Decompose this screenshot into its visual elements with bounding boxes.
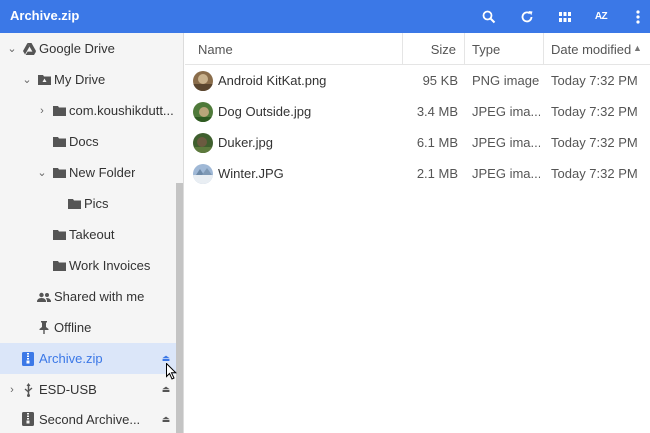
search-icon[interactable] bbox=[474, 0, 504, 33]
sidebar-item-com-koushikdutt[interactable]: › com.koushikdutt... bbox=[0, 95, 176, 126]
mouse-cursor-icon bbox=[166, 363, 177, 380]
drive-folder-icon bbox=[37, 73, 51, 87]
file-size: 95 KB bbox=[422, 73, 458, 88]
sidebar-item-label: com.koushikdutt... bbox=[69, 103, 174, 118]
title-bar: Archive.zip AZ bbox=[0, 0, 650, 33]
file-date: Today 7:32 PM bbox=[551, 73, 638, 88]
sidebar-item-label: Docs bbox=[69, 134, 99, 149]
file-name: Duker.jpg bbox=[218, 135, 273, 150]
sidebar-item-label: My Drive bbox=[54, 72, 106, 87]
sidebar-item-label: Shared with me bbox=[54, 289, 145, 304]
file-name: Dog Outside.jpg bbox=[218, 104, 312, 119]
sidebar-item-label: Google Drive bbox=[39, 41, 115, 56]
folder-icon bbox=[52, 104, 66, 118]
chevron-right-icon[interactable]: › bbox=[7, 384, 17, 396]
sort-button[interactable]: AZ bbox=[586, 0, 616, 33]
sidebar-item-pics[interactable]: Pics bbox=[0, 188, 176, 219]
sidebar-item-label: Second Archive... bbox=[39, 411, 141, 427]
table-row[interactable]: Winter.JPG 2.1 MB JPEG ima... Today 7:32… bbox=[185, 158, 650, 189]
folder-icon bbox=[52, 166, 66, 180]
sidebar-item-my-drive[interactable]: ⌄ My Drive bbox=[0, 64, 176, 95]
file-type: JPEG ima... bbox=[472, 166, 540, 181]
image-thumbnail-icon bbox=[193, 102, 213, 122]
pin-icon bbox=[37, 321, 51, 335]
chevron-down-icon[interactable]: ⌄ bbox=[37, 166, 47, 179]
eject-icon[interactable]: ⏏ bbox=[160, 414, 172, 425]
file-type: JPEG ima... bbox=[472, 104, 540, 119]
refresh-icon[interactable] bbox=[512, 0, 542, 33]
people-icon bbox=[37, 290, 51, 304]
sidebar-item-work-invoices[interactable]: Work Invoices bbox=[0, 250, 176, 281]
sidebar-item-new-folder[interactable]: ⌄ New Folder bbox=[0, 157, 176, 188]
file-size: 3.4 MB bbox=[416, 104, 458, 119]
sidebar-item-shared-with-me[interactable]: Shared with me bbox=[0, 281, 176, 312]
sidebar-item-label: ESD-USB bbox=[39, 382, 97, 397]
file-size: 6.1 MB bbox=[416, 135, 458, 150]
image-thumbnail-icon bbox=[193, 71, 213, 91]
folder-icon bbox=[67, 197, 81, 211]
column-header-size[interactable]: Size bbox=[403, 42, 456, 57]
file-name: Winter.JPG bbox=[218, 166, 284, 181]
column-divider[interactable] bbox=[543, 33, 544, 65]
sidebar-item-label: Pics bbox=[84, 196, 109, 211]
sidebar-item-google-drive[interactable]: ⌄ Google Drive bbox=[0, 33, 176, 64]
column-header-row: Name Size Type Date modified ▲ bbox=[185, 33, 650, 65]
table-row[interactable]: Duker.jpg 6.1 MB JPEG ima... Today 7:32 … bbox=[185, 127, 650, 158]
window-title: Archive.zip bbox=[10, 8, 80, 23]
file-date: Today 7:32 PM bbox=[551, 166, 638, 181]
image-thumbnail-icon bbox=[193, 164, 213, 184]
sidebar-item-label: Takeout bbox=[69, 227, 115, 242]
sidebar-item-second-archive[interactable]: Second Archive... ⏏ bbox=[0, 405, 176, 433]
sidebar-item-esd-usb[interactable]: › ESD-USB ⏏ bbox=[0, 374, 176, 405]
zip-archive-icon bbox=[21, 351, 35, 366]
file-name: Android KitKat.png bbox=[218, 73, 327, 88]
file-date: Today 7:32 PM bbox=[551, 104, 638, 119]
column-header-type[interactable]: Type bbox=[472, 42, 500, 57]
file-date: Today 7:32 PM bbox=[551, 135, 638, 150]
file-type: JPEG ima... bbox=[472, 135, 540, 150]
table-row[interactable]: Android KitKat.png 95 KB PNG image Today… bbox=[185, 65, 650, 96]
sidebar: ⌄ Google Drive ⌄ My Drive › com.koushikd… bbox=[0, 33, 184, 433]
eject-icon[interactable]: ⏏ bbox=[160, 384, 172, 395]
table-row[interactable]: Dog Outside.jpg 3.4 MB JPEG ima... Today… bbox=[185, 96, 650, 127]
column-header-date[interactable]: Date modified bbox=[551, 42, 631, 57]
sidebar-item-label: Archive.zip bbox=[39, 351, 103, 366]
usb-icon bbox=[21, 382, 35, 397]
folder-icon bbox=[52, 228, 66, 242]
zip-archive-icon bbox=[21, 412, 35, 426]
sidebar-item-archive-zip[interactable]: Archive.zip ⏏ bbox=[0, 343, 176, 374]
sidebar-item-label: Offline bbox=[54, 320, 92, 335]
sidebar-item-offline[interactable]: Offline bbox=[0, 312, 176, 343]
google-drive-icon bbox=[22, 42, 36, 56]
file-size: 2.1 MB bbox=[416, 166, 458, 181]
chevron-down-icon[interactable]: ⌄ bbox=[7, 42, 17, 55]
folder-icon bbox=[52, 135, 66, 149]
grid-view-icon[interactable] bbox=[550, 0, 580, 33]
sidebar-item-label: Work Invoices bbox=[69, 258, 151, 273]
image-thumbnail-icon bbox=[193, 133, 213, 153]
sort-ascending-icon: ▲ bbox=[633, 43, 642, 53]
column-header-name[interactable]: Name bbox=[198, 42, 233, 57]
file-type: PNG image bbox=[472, 73, 540, 88]
sidebar-item-label: New Folder bbox=[69, 165, 136, 180]
more-menu-icon[interactable] bbox=[623, 0, 650, 33]
chevron-down-icon[interactable]: ⌄ bbox=[22, 73, 32, 86]
file-list-panel: Name Size Type Date modified ▲ Android K… bbox=[185, 33, 650, 433]
sidebar-scrollbar[interactable] bbox=[176, 183, 183, 433]
sidebar-item-docs[interactable]: Docs bbox=[0, 126, 176, 157]
folder-icon bbox=[52, 259, 66, 273]
column-divider[interactable] bbox=[464, 33, 465, 65]
chevron-right-icon[interactable]: › bbox=[37, 105, 47, 117]
sidebar-item-takeout[interactable]: Takeout bbox=[0, 219, 176, 250]
